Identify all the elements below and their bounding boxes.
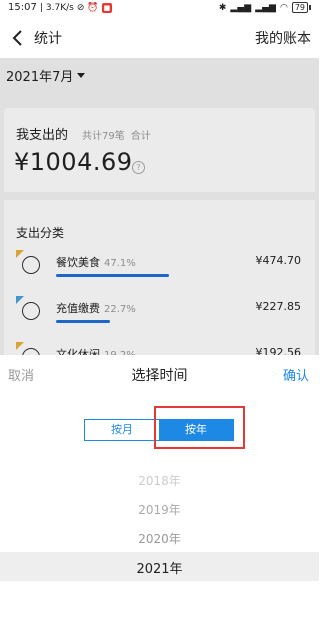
battery-icon: 79	[291, 2, 311, 13]
my-ledger-link[interactable]: 我的账本	[255, 28, 311, 48]
status-right: ✱ ▂▄▆ ▂▄▆ ◠ 79	[219, 2, 311, 13]
back-arrow-icon[interactable]	[10, 29, 26, 47]
annotation-highlight-box	[154, 406, 245, 449]
modal-backdrop[interactable]	[0, 58, 319, 355]
notification-badge-icon: ■	[101, 2, 113, 13]
year-option-selected[interactable]: 2021年	[0, 558, 319, 577]
page-title: 统计	[34, 31, 62, 47]
signal-2-icon: ▂▄▆	[255, 2, 276, 13]
confirm-button[interactable]: 确认	[283, 365, 309, 384]
sheet-title: 选择时间	[131, 368, 188, 384]
bluetooth-icon: ✱	[218, 2, 227, 13]
year-option[interactable]: 2019年	[0, 501, 319, 518]
network-speed: 3.7K/s	[45, 2, 74, 13]
cancel-button[interactable]: 取消	[8, 365, 34, 384]
time-picker-sheet: 选择时间 取消 确认 按月 按年 2018年 2019年 2020年 2021年	[0, 355, 319, 626]
by-month-button[interactable]: 按月	[85, 420, 159, 440]
signal-icon: ▂▄▆	[230, 2, 252, 13]
status-bar: 15:07 | 3.7K/s ⊘ ⏰ ■ ✱ ▂▄▆ ▂▄▆ ◠ 79	[0, 0, 319, 18]
year-option[interactable]: 2018年	[0, 472, 319, 489]
alarm-icon: ⏰	[87, 2, 99, 13]
status-time: 15:07	[8, 2, 37, 13]
wifi-icon: ◠	[279, 2, 288, 13]
app-header: 统计 我的账本	[0, 18, 319, 58]
year-option[interactable]: 2020年	[0, 530, 319, 547]
battery-level: 79	[291, 2, 308, 13]
battery-cap	[309, 5, 311, 10]
mute-icon: ⊘	[76, 2, 85, 13]
status-left: 15:07 | 3.7K/s ⊘ ⏰ ■	[8, 2, 113, 13]
status-separator: |	[39, 2, 43, 13]
